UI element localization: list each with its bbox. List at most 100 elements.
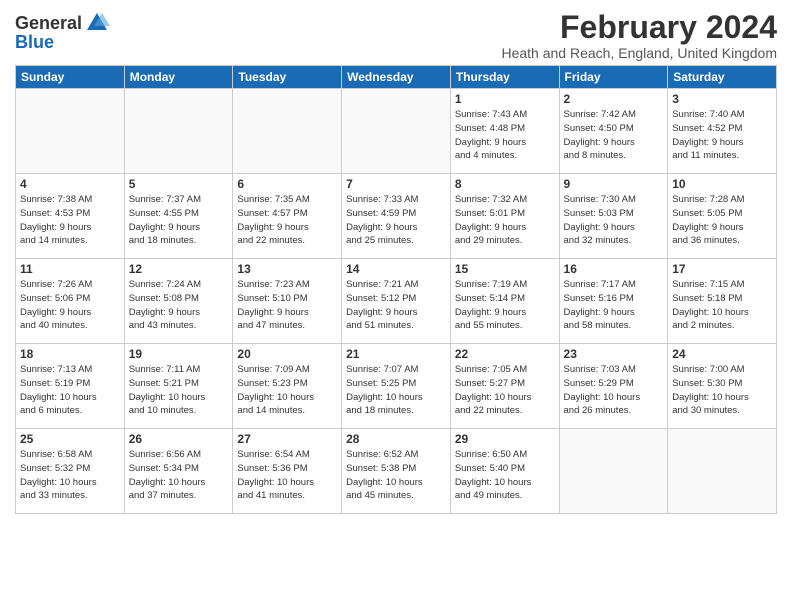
logo-icon <box>84 10 110 36</box>
logo-general-text: General <box>15 13 82 34</box>
day-info: Sunrise: 6:50 AM Sunset: 5:40 PM Dayligh… <box>455 448 555 503</box>
calendar-cell: 11Sunrise: 7:26 AM Sunset: 5:06 PM Dayli… <box>16 259 125 344</box>
calendar-cell: 13 Sunrise: 7:23 AM Sunset: 5:10 PM Dayli… <box>233 259 342 344</box>
calendar-cell: 20 Sunrise: 7:09 AM Sunset: 5:23 PM Dayli… <box>233 344 342 429</box>
day-info: Sunrise: 7:07 AM Sunset: 5:25 PM Dayligh… <box>346 363 446 418</box>
page-container: General Blue February 2024 Heath and Rea… <box>0 0 792 519</box>
calendar-cell: 5 Sunrise: 7:37 AM Sunset: 4:55 PM Daylig… <box>124 174 233 259</box>
day-info: Sunrise: 6:52 AM Sunset: 5:38 PM Dayligh… <box>346 448 446 503</box>
calendar-cell: 22Sunrise: 7:05 AM Sunset: 5:27 PM Dayli… <box>450 344 559 429</box>
day-info: Sunrise: 7:13 AM Sunset: 5:19 PM Dayligh… <box>20 363 120 418</box>
day-info: Sunrise: 7:43 AM Sunset: 4:48 PM Dayligh… <box>455 108 555 163</box>
day-number: 15 <box>455 262 555 276</box>
day-number: 23 <box>564 347 664 361</box>
day-info: Sunrise: 7:32 AM Sunset: 5:01 PM Dayligh… <box>455 193 555 248</box>
calendar-cell: 4Sunrise: 7:38 AM Sunset: 4:53 PM Daylig… <box>16 174 125 259</box>
day-info: Sunrise: 7:30 AM Sunset: 5:03 PM Dayligh… <box>564 193 664 248</box>
calendar-cell: 18 Sunrise: 7:13 AM Sunset: 5:19 PM Dayli… <box>16 344 125 429</box>
day-number: 29 <box>455 432 555 446</box>
calendar-cell: 8 Sunrise: 7:32 AM Sunset: 5:01 PM Daylig… <box>450 174 559 259</box>
day-number: 13 <box>237 262 337 276</box>
day-info: Sunrise: 7:15 AM Sunset: 5:18 PM Dayligh… <box>672 278 772 333</box>
calendar-cell <box>124 89 233 174</box>
calendar-cell: 29 Sunrise: 6:50 AM Sunset: 5:40 PM Dayli… <box>450 429 559 514</box>
calendar-cell: 9 Sunrise: 7:30 AM Sunset: 5:03 PM Daylig… <box>559 174 668 259</box>
calendar-cell: 28 Sunrise: 6:52 AM Sunset: 5:38 PM Dayli… <box>342 429 451 514</box>
day-number: 10 <box>672 177 772 191</box>
calendar-week-1: 4Sunrise: 7:38 AM Sunset: 4:53 PM Daylig… <box>16 174 777 259</box>
day-number: 28 <box>346 432 446 446</box>
day-info: Sunrise: 7:24 AM Sunset: 5:08 PM Dayligh… <box>129 278 229 333</box>
calendar-cell <box>342 89 451 174</box>
day-number: 19 <box>129 347 229 361</box>
day-info: Sunrise: 6:58 AM Sunset: 5:32 PM Dayligh… <box>20 448 120 503</box>
day-info: Sunrise: 7:40 AM Sunset: 4:52 PM Dayligh… <box>672 108 772 163</box>
calendar-header-row: Sunday Monday Tuesday Wednesday Thursday… <box>16 66 777 89</box>
day-number: 3 <box>672 92 772 106</box>
day-number: 1 <box>455 92 555 106</box>
day-info: Sunrise: 6:54 AM Sunset: 5:36 PM Dayligh… <box>237 448 337 503</box>
day-number: 5 <box>129 177 229 191</box>
calendar-week-3: 18 Sunrise: 7:13 AM Sunset: 5:19 PM Dayli… <box>16 344 777 429</box>
month-title: February 2024 <box>501 10 777 45</box>
calendar-cell: 7 Sunrise: 7:33 AM Sunset: 4:59 PM Daylig… <box>342 174 451 259</box>
day-number: 12 <box>129 262 229 276</box>
calendar-cell: 23 Sunrise: 7:03 AM Sunset: 5:29 PM Dayli… <box>559 344 668 429</box>
calendar-cell <box>16 89 125 174</box>
day-info: Sunrise: 7:21 AM Sunset: 5:12 PM Dayligh… <box>346 278 446 333</box>
logo-blue-text: Blue <box>15 32 54 53</box>
day-number: 27 <box>237 432 337 446</box>
calendar-cell: 1 Sunrise: 7:43 AM Sunset: 4:48 PM Daylig… <box>450 89 559 174</box>
day-number: 7 <box>346 177 446 191</box>
day-number: 6 <box>237 177 337 191</box>
calendar-cell: 21 Sunrise: 7:07 AM Sunset: 5:25 PM Dayli… <box>342 344 451 429</box>
calendar-cell: 12 Sunrise: 7:24 AM Sunset: 5:08 PM Dayli… <box>124 259 233 344</box>
day-number: 16 <box>564 262 664 276</box>
day-info: Sunrise: 7:33 AM Sunset: 4:59 PM Dayligh… <box>346 193 446 248</box>
header-monday: Monday <box>124 66 233 89</box>
day-info: Sunrise: 7:23 AM Sunset: 5:10 PM Dayligh… <box>237 278 337 333</box>
day-info: Sunrise: 7:11 AM Sunset: 5:21 PM Dayligh… <box>129 363 229 418</box>
day-info: Sunrise: 6:56 AM Sunset: 5:34 PM Dayligh… <box>129 448 229 503</box>
calendar-cell: 16 Sunrise: 7:17 AM Sunset: 5:16 PM Dayli… <box>559 259 668 344</box>
calendar-cell <box>233 89 342 174</box>
day-info: Sunrise: 7:05 AM Sunset: 5:27 PM Dayligh… <box>455 363 555 418</box>
day-number: 18 <box>20 347 120 361</box>
header-wednesday: Wednesday <box>342 66 451 89</box>
calendar-cell: 6 Sunrise: 7:35 AM Sunset: 4:57 PM Daylig… <box>233 174 342 259</box>
day-info: Sunrise: 7:35 AM Sunset: 4:57 PM Dayligh… <box>237 193 337 248</box>
calendar-cell: 14Sunrise: 7:21 AM Sunset: 5:12 PM Dayli… <box>342 259 451 344</box>
calendar-week-4: 25 Sunrise: 6:58 AM Sunset: 5:32 PM Dayli… <box>16 429 777 514</box>
calendar-week-0: 1 Sunrise: 7:43 AM Sunset: 4:48 PM Daylig… <box>16 89 777 174</box>
day-info: Sunrise: 7:00 AM Sunset: 5:30 PM Dayligh… <box>672 363 772 418</box>
header-friday: Friday <box>559 66 668 89</box>
calendar-cell: 2Sunrise: 7:42 AM Sunset: 4:50 PM Daylig… <box>559 89 668 174</box>
header-thursday: Thursday <box>450 66 559 89</box>
day-number: 17 <box>672 262 772 276</box>
calendar-cell: 3 Sunrise: 7:40 AM Sunset: 4:52 PM Daylig… <box>668 89 777 174</box>
calendar-cell <box>668 429 777 514</box>
day-number: 21 <box>346 347 446 361</box>
day-number: 26 <box>129 432 229 446</box>
calendar-cell: 27 Sunrise: 6:54 AM Sunset: 5:36 PM Dayli… <box>233 429 342 514</box>
calendar-table: Sunday Monday Tuesday Wednesday Thursday… <box>15 65 777 514</box>
calendar-cell: 25 Sunrise: 6:58 AM Sunset: 5:32 PM Dayli… <box>16 429 125 514</box>
day-number: 9 <box>564 177 664 191</box>
day-info: Sunrise: 7:37 AM Sunset: 4:55 PM Dayligh… <box>129 193 229 248</box>
day-number: 20 <box>237 347 337 361</box>
day-info: Sunrise: 7:17 AM Sunset: 5:16 PM Dayligh… <box>564 278 664 333</box>
day-number: 24 <box>672 347 772 361</box>
calendar-cell: 15Sunrise: 7:19 AM Sunset: 5:14 PM Dayli… <box>450 259 559 344</box>
title-block: February 2024 Heath and Reach, England, … <box>501 10 777 61</box>
logo: General Blue <box>15 10 110 53</box>
header-tuesday: Tuesday <box>233 66 342 89</box>
day-info: Sunrise: 7:28 AM Sunset: 5:05 PM Dayligh… <box>672 193 772 248</box>
day-number: 8 <box>455 177 555 191</box>
calendar-cell: 19 Sunrise: 7:11 AM Sunset: 5:21 PM Dayli… <box>124 344 233 429</box>
day-number: 25 <box>20 432 120 446</box>
day-number: 4 <box>20 177 120 191</box>
day-info: Sunrise: 7:03 AM Sunset: 5:29 PM Dayligh… <box>564 363 664 418</box>
day-info: Sunrise: 7:26 AM Sunset: 5:06 PM Dayligh… <box>20 278 120 333</box>
calendar-cell: 26 Sunrise: 6:56 AM Sunset: 5:34 PM Dayli… <box>124 429 233 514</box>
day-info: Sunrise: 7:09 AM Sunset: 5:23 PM Dayligh… <box>237 363 337 418</box>
